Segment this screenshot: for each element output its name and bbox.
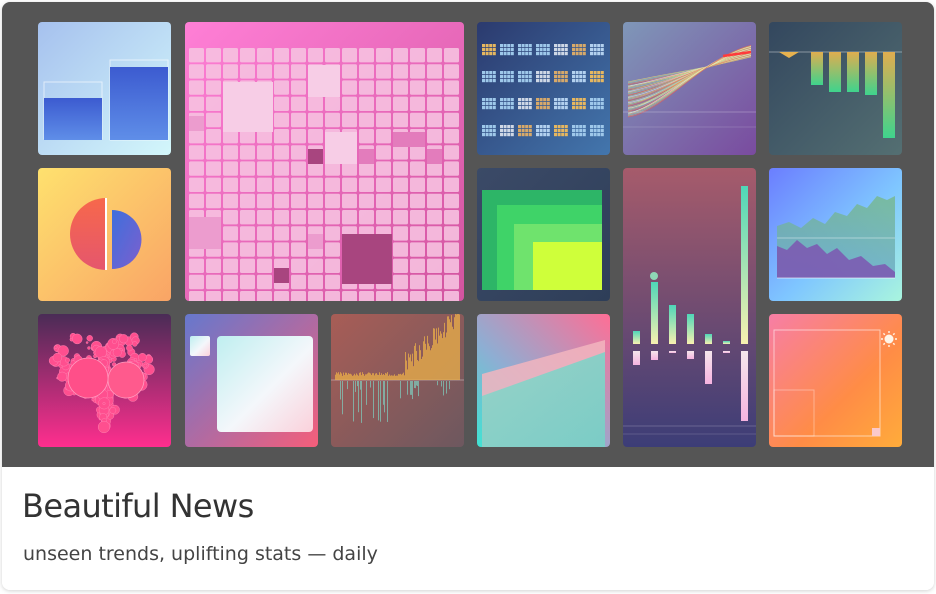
- gradient-square-tile: [185, 314, 318, 447]
- bar-comparison-tile: [38, 22, 171, 155]
- area-chart-tile: [769, 168, 902, 301]
- news-card[interactable]: Beautiful News unseen trends, uplifting …: [2, 2, 934, 590]
- diverging-bars-tile: [623, 168, 756, 447]
- waffle-rows-tile: [477, 22, 610, 155]
- hero-image: [2, 2, 934, 467]
- spiky-timeseries-tile: [331, 314, 464, 447]
- sun-frame-tile: [769, 314, 902, 447]
- card-subtitle: unseen trends, uplifting stats — daily: [23, 543, 378, 565]
- flowing-lines-tile: [623, 22, 756, 155]
- bubble-heart-tile: [38, 314, 171, 447]
- half-circles-tile: [38, 168, 171, 301]
- card-title[interactable]: Beautiful News: [22, 487, 254, 525]
- slope-area-tile: [477, 314, 610, 447]
- pink-grid-tile: [185, 22, 464, 301]
- card-caption: Beautiful News unseen trends, uplifting …: [2, 467, 934, 590]
- nested-squares-tile: [477, 168, 610, 301]
- descending-bars-tile: [769, 22, 902, 155]
